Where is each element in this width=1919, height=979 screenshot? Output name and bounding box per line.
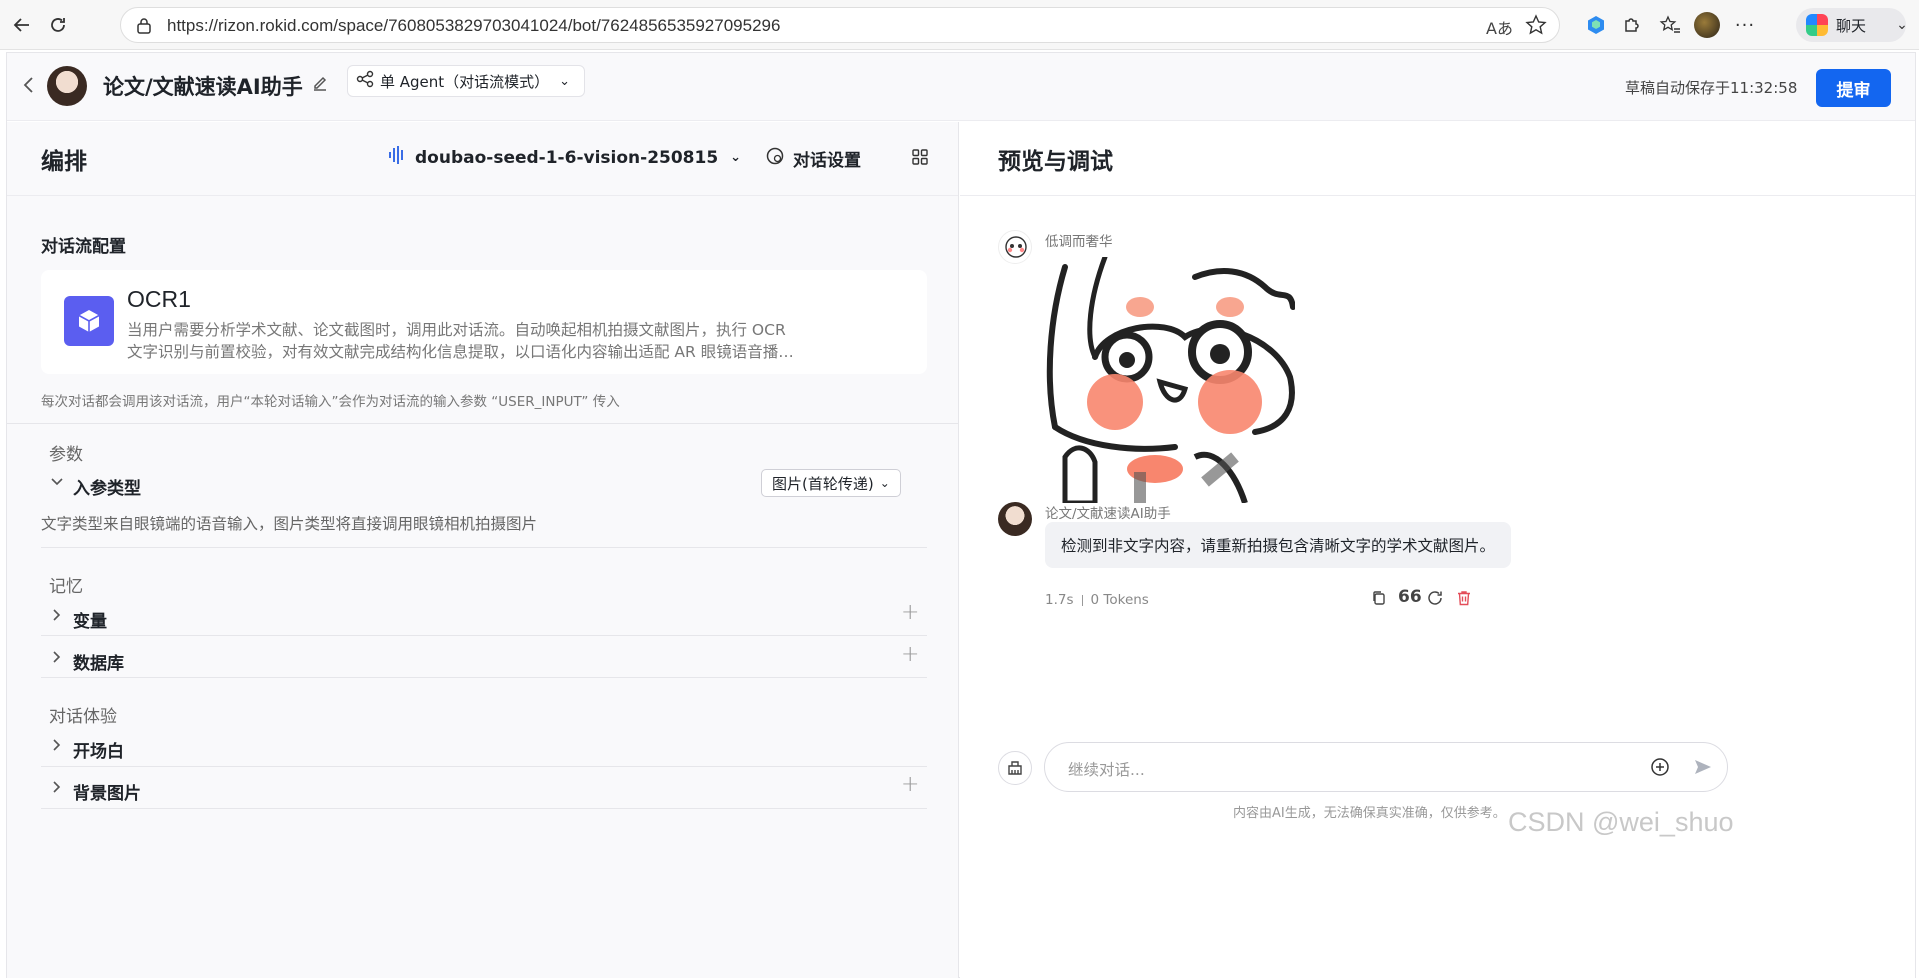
flow-card[interactable]: OCR1 当用户需要分析学术文献、论文截图时，调用此对话流。自动唤起相机拍摄文献…: [41, 270, 927, 374]
latency: 1.7s: [1045, 592, 1074, 608]
bot-name: 论文/文献速读AI助手: [1045, 506, 1171, 522]
back-arrow-icon[interactable]: [10, 13, 34, 37]
favorites-list-icon[interactable]: [1658, 13, 1682, 37]
chevron-right-icon[interactable]: [49, 737, 65, 757]
delete-icon[interactable]: [1455, 589, 1473, 611]
chat-label: 聊天: [1836, 16, 1867, 35]
memory-item-database[interactable]: 数据库: [73, 649, 124, 674]
settings-chat-icon: [765, 146, 785, 171]
back-chevron-icon[interactable]: [21, 75, 37, 99]
url-text: https://rizon.rokid.com/space/7608053829…: [167, 16, 781, 35]
chevron-right-icon[interactable]: [49, 649, 65, 669]
flow-desc-line1: 当用户需要分析学术文献、论文截图时，调用此对话流。自动唤起相机拍摄文献图片，执行…: [127, 321, 786, 339]
add-background-icon[interactable]: +: [901, 772, 919, 797]
chevron-down-icon[interactable]: ⌄: [1890, 13, 1914, 37]
send-icon[interactable]: [1693, 757, 1713, 781]
input-type-label: 入参类型: [73, 479, 141, 499]
chevron-down-icon: ⌄: [879, 476, 890, 490]
flow-cube-icon: [64, 296, 114, 346]
extensions-puzzle-icon[interactable]: [1620, 13, 1644, 37]
mode-selector[interactable]: 单 Agent（对话流模式） ⌄: [347, 65, 586, 97]
watermark: CSDN @wei_shuo: [1508, 807, 1734, 837]
token-count: 0 Tokens: [1090, 592, 1149, 608]
profile-avatar[interactable]: [1694, 12, 1720, 38]
panel-title: 编排: [41, 149, 87, 175]
extension-cube-icon[interactable]: [1584, 13, 1608, 37]
browser-toolbar: https://rizon.rokid.com/space/7608053829…: [0, 0, 1919, 50]
bot-reply-text: 检测到非文字内容，请重新拍摄包含清晰文字的学术文献图片。: [1061, 537, 1496, 555]
site-info-icon[interactable]: [135, 17, 153, 39]
flow-name: OCR1: [127, 286, 191, 312]
params-title: 参数: [49, 445, 83, 465]
flow-section-title: 对话流配置: [41, 237, 126, 257]
preview-panel: 预览与调试 低调而奢华 论文/文献速读AI助手 检测到非文字内容，请重新拍摄包含…: [960, 122, 1915, 978]
add-database-icon[interactable]: +: [901, 642, 919, 667]
input-type-value: 图片(首轮传递): [772, 474, 874, 493]
divider: [7, 423, 958, 424]
memory-title: 记忆: [49, 577, 83, 597]
input-type-select[interactable]: 图片(首轮传递) ⌄: [761, 469, 901, 497]
model-logo-icon: [387, 144, 407, 171]
divider: [41, 547, 927, 548]
broom-icon: [1008, 761, 1022, 775]
bot-reply-bubble: 检测到非文字内容，请重新拍摄包含清晰文字的学术文献图片。: [1045, 522, 1512, 568]
divider: [7, 195, 958, 196]
experience-title: 对话体验: [49, 707, 117, 727]
chevron-down-icon: ⌄: [559, 73, 571, 89]
mode-label: 单 Agent（对话流模式）: [380, 72, 550, 91]
favorite-star-icon[interactable]: [1525, 14, 1547, 40]
divider: [41, 766, 927, 767]
experience-item-background[interactable]: 背景图片: [73, 779, 141, 804]
clear-context-button[interactable]: [998, 751, 1032, 785]
chat-input-placeholder: 继续对话...: [1068, 761, 1145, 779]
regenerate-icon[interactable]: [1426, 589, 1444, 611]
chevron-down-icon: ⌄: [730, 150, 742, 165]
divider: [41, 808, 927, 809]
divider: [41, 635, 927, 636]
user-sticker-image: [1045, 257, 1295, 503]
copilot-icon: [1806, 14, 1828, 36]
panel-title: 预览与调试: [998, 149, 1113, 175]
app-window: 论文/文献速读AI助手 单 Agent（对话流模式） ⌄ 草稿自动保存于11:3…: [6, 52, 1916, 978]
add-attachment-icon[interactable]: [1650, 757, 1670, 781]
address-bar[interactable]: https://rizon.rokid.com/space/7608053829…: [120, 7, 1560, 43]
flow-note: 每次对话都会调用该对话流，用户“本轮对话输入”会作为对话流的输入参数 “USER…: [41, 394, 620, 410]
experience-item-opening[interactable]: 开场白: [73, 737, 124, 762]
bot-name: 论文/文献速读AI助手: [103, 75, 303, 99]
flow-desc-line2: 文字识别与前置校验，对有效文献完成结构化信息提取，以口语化内容输出适配 AR 眼…: [127, 343, 794, 361]
memory-item-variables[interactable]: 变量: [73, 607, 107, 632]
quote-icon[interactable]: 66: [1398, 587, 1422, 607]
add-variable-icon[interactable]: +: [901, 600, 919, 625]
more-options-icon[interactable]: ···: [1733, 13, 1757, 37]
user-avatar: [998, 230, 1032, 264]
chevron-right-icon[interactable]: [49, 607, 65, 627]
bot-avatar: [998, 502, 1032, 536]
agent-flow-icon: [356, 70, 374, 92]
orchestration-panel: 编排 doubao-seed-1-6-vision-250815 ⌄ 对话设置 …: [7, 122, 959, 978]
divider: [960, 195, 1915, 196]
divider: [41, 677, 927, 678]
chevron-down-icon[interactable]: [49, 474, 65, 494]
chat-input[interactable]: 继续对话...: [1044, 742, 1728, 792]
translate-icon[interactable]: Aあ: [1486, 15, 1513, 39]
user-name: 低调而奢华: [1045, 234, 1113, 250]
refresh-icon[interactable]: [46, 13, 70, 37]
edit-icon[interactable]: [311, 75, 329, 97]
model-name: doubao-seed-1-6-vision-250815: [415, 147, 719, 168]
bot-avatar: [47, 66, 87, 106]
autosave-status: 草稿自动保存于11:32:58: [1625, 79, 1798, 97]
input-type-note: 文字类型来自眼镜端的语音输入，图片类型将直接调用眼镜相机拍摄图片: [41, 515, 538, 533]
grid-layout-icon[interactable]: [911, 148, 929, 170]
submit-review-button[interactable]: 提审: [1816, 69, 1891, 107]
app-header: 论文/文献速读AI助手 单 Agent（对话流模式） ⌄ 草稿自动保存于11:3…: [7, 53, 1915, 121]
chat-settings-label: 对话设置: [793, 151, 861, 171]
chevron-right-icon[interactable]: [49, 779, 65, 799]
reply-meta: 1.7s 0 Tokens: [1045, 592, 1149, 608]
ai-disclaimer: 内容由AI生成，无法确保真实准确，仅供参考。: [1233, 806, 1506, 821]
chat-settings-button[interactable]: 对话设置: [765, 146, 861, 171]
copy-icon[interactable]: [1370, 589, 1388, 611]
separator: [1081, 594, 1083, 606]
model-selector[interactable]: doubao-seed-1-6-vision-250815 ⌄: [387, 144, 741, 171]
